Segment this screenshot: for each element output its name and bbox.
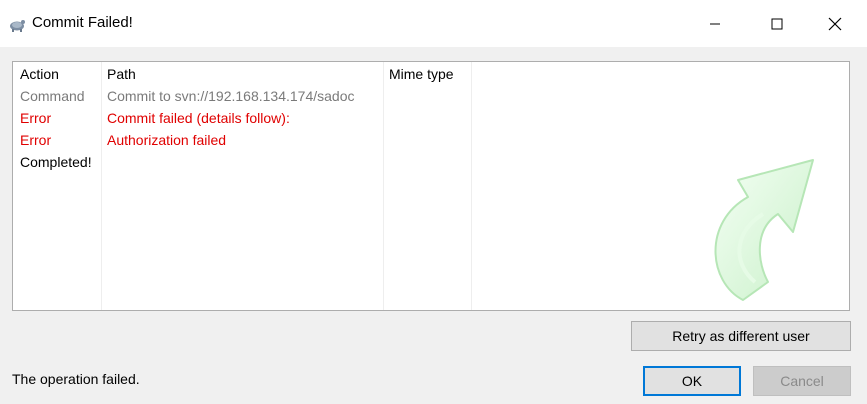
column-separator[interactable] <box>101 62 102 310</box>
row-path[interactable]: Commit failed (details follow): <box>107 110 290 126</box>
column-header-action[interactable]: Action <box>20 66 59 82</box>
status-text: The operation failed. <box>12 371 140 387</box>
row-path[interactable]: Commit to svn://192.168.134.174/sadoc <box>107 88 354 104</box>
minimize-icon <box>710 23 720 24</box>
row-action[interactable]: Completed! <box>20 154 92 170</box>
retry-as-different-user-button[interactable]: Retry as different user <box>631 321 851 351</box>
close-icon <box>828 17 842 30</box>
column-header-mime-type[interactable]: Mime type <box>389 66 454 82</box>
ok-button[interactable]: OK <box>643 366 741 396</box>
row-action[interactable]: Error <box>20 132 51 148</box>
window-title: Commit Failed! <box>32 14 133 31</box>
row-action[interactable]: Command <box>20 88 85 104</box>
commit-failed-dialog: Commit Failed! Action Path Mime type Com… <box>0 0 867 404</box>
column-header-path[interactable]: Path <box>107 66 136 82</box>
maximize-button[interactable] <box>754 0 800 47</box>
maximize-icon <box>771 18 783 29</box>
green-curved-arrow-icon <box>714 159 814 301</box>
commit-log-list[interactable]: Action Path Mime type Command Commit to … <box>12 61 850 311</box>
column-separator[interactable] <box>383 62 384 310</box>
minimize-button[interactable] <box>692 0 738 47</box>
row-action[interactable]: Error <box>20 110 51 126</box>
row-path[interactable]: Authorization failed <box>107 132 226 148</box>
title-bar: Commit Failed! <box>0 0 867 47</box>
close-button[interactable] <box>812 0 858 47</box>
cancel-button[interactable]: Cancel <box>753 366 851 396</box>
tortoise-svn-icon <box>10 20 25 32</box>
column-separator[interactable] <box>471 62 472 310</box>
